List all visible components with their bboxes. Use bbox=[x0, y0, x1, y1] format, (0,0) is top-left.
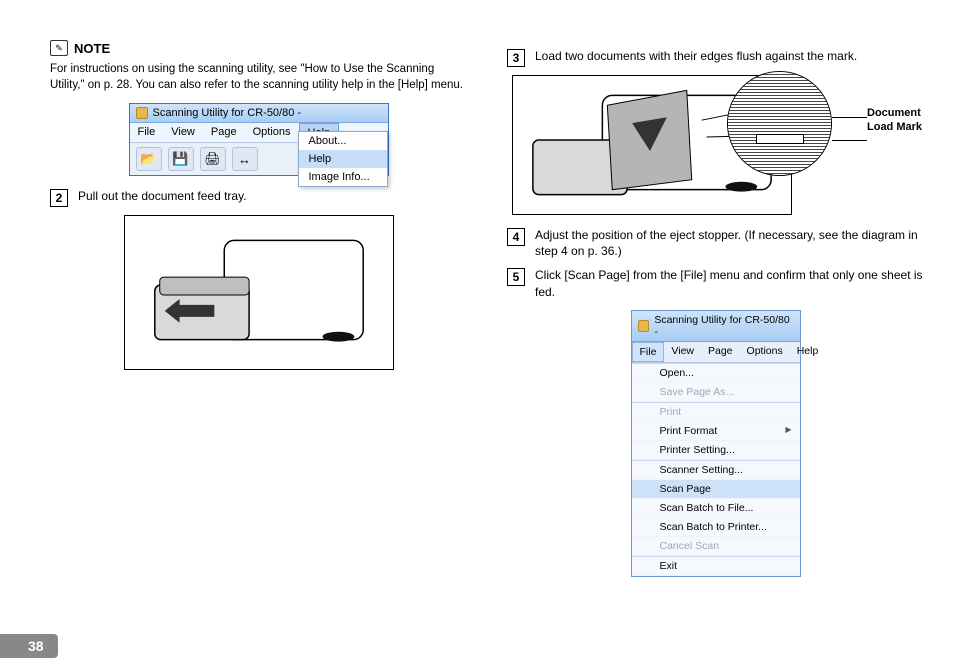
app-icon bbox=[638, 320, 650, 332]
scanning-utility-window-file: Scanning Utility for CR-50/80 - File Vie… bbox=[631, 310, 801, 577]
step-3-number: 3 bbox=[507, 49, 525, 67]
file-printer-setting-item[interactable]: Printer Setting... bbox=[632, 441, 800, 460]
step-2: 2 Pull out the document feed tray. bbox=[50, 188, 467, 207]
app-icon bbox=[136, 107, 148, 119]
page-number-badge: 38 bbox=[0, 634, 58, 658]
file-scan-page-item[interactable]: Scan Page bbox=[632, 480, 800, 499]
save-icon[interactable]: 💾 bbox=[168, 147, 194, 171]
open-icon[interactable]: 📂 bbox=[136, 147, 162, 171]
figure-feed-tray bbox=[124, 215, 394, 370]
note-label: NOTE bbox=[74, 41, 110, 56]
file-exit-item[interactable]: Exit bbox=[632, 556, 800, 576]
left-column: ✎ NOTE For instructions on using the sca… bbox=[50, 40, 467, 577]
note-body: For instructions on using the scanning u… bbox=[50, 62, 467, 93]
file-scan-batch-file-item[interactable]: Scan Batch to File... bbox=[632, 499, 800, 518]
step-5: 5 Click [Scan Page] from the [File] menu… bbox=[507, 267, 924, 299]
menu-help[interactable]: Help bbox=[790, 342, 826, 362]
step-5-number: 5 bbox=[507, 268, 525, 286]
help-about-item[interactable]: About... bbox=[299, 132, 387, 150]
window-titlebar: Scanning Utility for CR-50/80 - bbox=[130, 104, 388, 123]
arrows-icon[interactable]: ↔ bbox=[232, 147, 258, 171]
step-2-text: Pull out the document feed tray. bbox=[78, 188, 247, 207]
menu-file[interactable]: File bbox=[632, 342, 665, 362]
menu-view[interactable]: View bbox=[163, 123, 203, 142]
file-dropdown: Open... Save Page As... Print Print Form… bbox=[632, 363, 800, 576]
menu-view[interactable]: View bbox=[664, 342, 701, 362]
help-image-info-item[interactable]: Image Info... bbox=[299, 168, 387, 186]
leader-line bbox=[832, 140, 867, 141]
menu-file[interactable]: File bbox=[130, 123, 164, 142]
menu-options[interactable]: Options bbox=[245, 123, 299, 142]
help-dropdown: About... Help Image Info... bbox=[298, 131, 388, 187]
right-column: 3 Load two documents with their edges fl… bbox=[507, 40, 924, 577]
step-4: 4 Adjust the position of the eject stopp… bbox=[507, 227, 924, 259]
menu-page[interactable]: Page bbox=[701, 342, 740, 362]
leader-line bbox=[832, 117, 867, 118]
magnifier-circle bbox=[727, 71, 832, 176]
page-number: 38 bbox=[0, 634, 58, 658]
menubar: File View Page Options Help bbox=[632, 342, 800, 363]
file-open-item[interactable]: Open... bbox=[632, 364, 800, 383]
scanning-utility-window-help: Scanning Utility for CR-50/80 - File Vie… bbox=[129, 103, 389, 176]
note-heading: ✎ NOTE bbox=[50, 40, 467, 56]
menu-page[interactable]: Page bbox=[203, 123, 245, 142]
window-title: Scanning Utility for CR-50/80 - bbox=[153, 107, 302, 119]
window-titlebar: Scanning Utility for CR-50/80 - bbox=[632, 311, 800, 342]
window-title: Scanning Utility for CR-50/80 - bbox=[654, 314, 793, 338]
print-icon[interactable]: 🖨 bbox=[200, 147, 226, 171]
figure-load-mark: Document Load Mark bbox=[512, 75, 912, 215]
step-4-number: 4 bbox=[507, 228, 525, 246]
help-help-item[interactable]: Help bbox=[299, 150, 387, 168]
step-2-number: 2 bbox=[50, 189, 68, 207]
step-4-text: Adjust the position of the eject stopper… bbox=[535, 227, 924, 259]
note-icon: ✎ bbox=[50, 40, 68, 56]
step-5-text: Click [Scan Page] from the [File] menu a… bbox=[535, 267, 924, 299]
file-print-format-item[interactable]: Print Format bbox=[632, 422, 800, 441]
file-scan-batch-printer-item[interactable]: Scan Batch to Printer... bbox=[632, 518, 800, 537]
file-save-as-item[interactable]: Save Page As... bbox=[632, 383, 800, 402]
file-cancel-scan-item[interactable]: Cancel Scan bbox=[632, 537, 800, 556]
step-3-text: Load two documents with their edges flus… bbox=[535, 48, 857, 67]
menu-options[interactable]: Options bbox=[740, 342, 790, 362]
file-print-item[interactable]: Print bbox=[632, 402, 800, 422]
document-load-mark-label: Document Load Mark bbox=[867, 107, 947, 135]
step-3: 3 Load two documents with their edges fl… bbox=[507, 48, 924, 67]
file-scanner-setting-item[interactable]: Scanner Setting... bbox=[632, 460, 800, 480]
